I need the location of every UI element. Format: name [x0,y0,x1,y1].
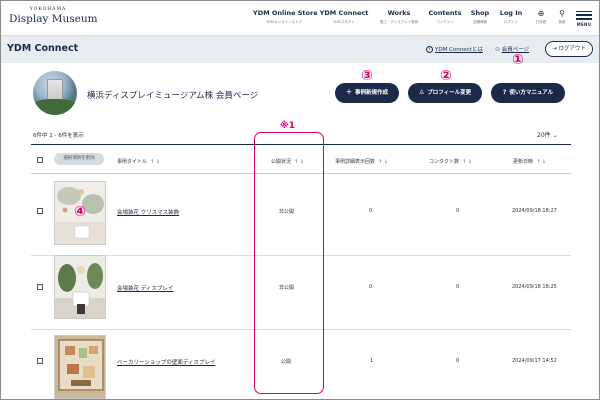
select-all-checkbox[interactable] [37,157,43,163]
menu-button[interactable]: MENU [573,8,595,32]
row-checkbox[interactable] [37,208,43,214]
column-updated[interactable]: 更新日時 ↑ ↓ [513,158,546,165]
logout-button[interactable]: ⇥ ログアウト [545,41,593,57]
annotation-note-1: ※1 [280,121,296,131]
column-title[interactable]: 事例タイトル ↑ ↓ [117,158,160,165]
nav-sub: YDMコネクト [333,20,355,24]
views-cell: 0 [369,284,373,290]
hamburger-bar [576,14,592,16]
nav-ydm-connect[interactable]: YDM Connect YDMコネクト [319,9,369,31]
status-column-highlight [254,132,324,394]
edit-profile-label: プロフィール変更 [427,90,472,96]
contacts-cell: 0 [456,284,460,290]
nav-label: YDM Online Store [253,9,318,17]
case-title-link[interactable]: 会場装花 クリスマス装飾 [117,208,179,216]
column-title-label: 事例タイトル [117,159,148,165]
annotation-1: ① [512,52,524,68]
bulk-delete-button[interactable]: 選択項目を削除 [54,153,104,165]
updated-cell: 2024/09/17 14:52 [512,358,557,364]
about-link-text: YDM Connectとは [435,47,483,53]
info-circle-icon: ? [426,45,433,53]
nav-label: Log In [499,9,523,17]
nav-works[interactable]: Works 施工・ディスプレイ実例 [373,9,425,31]
nav-sub: 店舗情報 [473,20,487,24]
nav-online-store[interactable]: YDM Online Store YDMオンラインストア [253,9,318,31]
question-icon: ? [502,89,507,96]
thumbnail-image [55,256,105,318]
sort-arrows-icon[interactable]: ↑ ↓ [150,159,160,165]
contacts-cell: 0 [456,208,460,214]
globe-icon: ⊕ [537,9,545,18]
create-case-label: 事例新規作成 [355,90,389,96]
hamburger-bar [576,18,592,20]
search-button[interactable]: ⚲ 検索 [553,9,571,31]
avatar-trees [33,99,77,115]
case-thumbnail[interactable] [54,255,106,319]
updated-cell: 2024/09/18 18:27 [512,208,557,214]
about-ydm-connect-link[interactable]: ? YDM Connectとは [426,45,483,53]
nav-shop[interactable]: Shop 店舗情報 [467,9,493,31]
sort-arrows-icon[interactable]: ↑ ↓ [536,159,546,165]
edit-profile-button[interactable]: ♙ プロフィール変更 [408,83,482,103]
per-page-value: 20件 [537,132,551,139]
column-contacts[interactable]: コンタクト数 ↑ ↓ [429,158,472,165]
language-sub: 日本語 [535,20,547,24]
row-checkbox[interactable] [37,358,43,364]
thumbnail-image [55,336,105,398]
top-navigation: YOKOHAMA Display Museum YDM Online Store… [1,1,599,36]
hamburger-icon [576,10,592,12]
member-name: 横浜ディスプレイミュージアム株 会員ページ [87,91,259,101]
nav-label: Contents [428,9,462,17]
nav-sub: コンテンツ [436,20,454,24]
contacts-cell: 0 [456,358,460,364]
manual-label: 使い方マニュアル [509,90,554,96]
nav-contents[interactable]: Contents コンテンツ [427,9,463,31]
nav-sub: YDMオンラインストア [266,20,302,24]
sort-arrows-icon[interactable]: ↑ ↓ [462,159,472,165]
annotation-2: ② [440,68,452,84]
annotation-4: ④ [74,204,86,220]
site-logo[interactable]: YOKOHAMA Display Museum [9,6,98,32]
menu-label: MENU [576,21,592,27]
column-views-label: 事例詳細表示回数 [335,159,376,165]
nav-label: YDM Connect [319,9,369,17]
manual-button[interactable]: ? 使い方マニュアル [491,83,565,103]
annotation-3: ③ [361,68,373,84]
nav-label: Works [387,9,411,17]
per-page-select[interactable]: 20件 ⌄ [537,130,558,139]
logo-small-text: YOKOHAMA [29,7,67,12]
case-title-link[interactable]: ベーカリーショップの壁面ディスプレイ [117,358,216,366]
views-cell: 0 [369,208,373,214]
user-icon: ♙ [418,89,425,96]
nav-label: Shop [470,9,490,17]
logout-label: ログアウト [558,46,586,52]
row-checkbox[interactable] [37,284,43,290]
person-icon: ⚇ [495,47,500,53]
avatar [33,71,77,115]
column-contacts-label: コンタクト数 [429,159,460,165]
page-frame: YOKOHAMA Display Museum YDM Online Store… [0,0,600,400]
nav-sub: ログイン [504,20,518,24]
logo-main-text: Display Museum [9,13,98,25]
search-sub: 検索 [558,20,566,24]
column-views[interactable]: 事例詳細表示回数 ↑ ↓ [335,158,388,165]
create-case-button[interactable]: ＋事例新規作成 [335,83,399,103]
nav-sub: 施工・ディスプレイ実例 [379,20,419,24]
column-updated-label: 更新日時 [513,159,534,165]
updated-cell: 2024/09/18 18:25 [512,284,557,290]
result-count: 6件中 1 - 6件を表示 [33,133,84,139]
language-button[interactable]: ⊕ 日本語 [532,9,550,31]
case-thumbnail[interactable] [54,335,106,399]
chevron-down-icon: ⌄ [552,132,558,139]
search-icon: ⚲ [559,9,565,18]
nav-login[interactable]: Log In ログイン [497,9,525,31]
views-cell: 1 [370,358,374,364]
logout-icon: ⇥ [552,46,557,52]
case-title-link[interactable]: 会場装花 ディスプレイ [117,284,173,292]
page-title: YDM Connect [7,43,79,54]
sort-arrows-icon[interactable]: ↑ ↓ [378,159,388,165]
plus-icon: ＋ [345,89,352,96]
